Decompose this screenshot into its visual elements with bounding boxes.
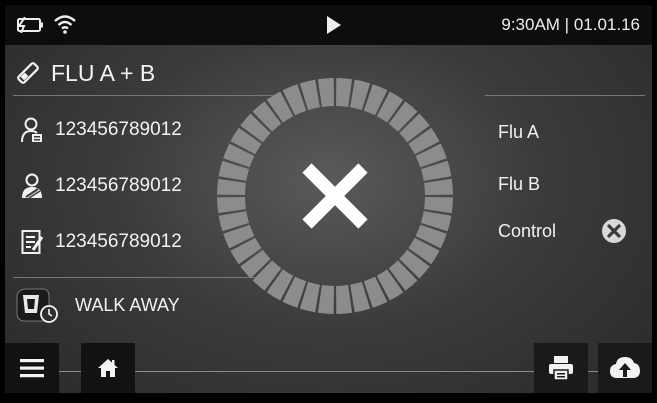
sample-id-value: 123456789012 bbox=[55, 231, 182, 252]
result-screen: 9:30AM | 01.01.16 FLU A + B 123456789012 bbox=[5, 5, 652, 393]
result-dial bbox=[217, 78, 453, 314]
operator-id-row: 123456789012 bbox=[21, 173, 182, 199]
patient-id-value: 123456789012 bbox=[55, 119, 182, 140]
battery-charging-icon bbox=[17, 17, 43, 33]
circle-x-icon bbox=[602, 219, 626, 243]
patient-id-row: 123456789012 bbox=[21, 117, 182, 143]
play-icon[interactable] bbox=[326, 15, 342, 35]
progress-segment bbox=[217, 197, 246, 214]
printer-icon bbox=[549, 356, 573, 381]
time-date: 9:30AM | 01.01.16 bbox=[501, 15, 640, 34]
operator-id-value: 123456789012 bbox=[55, 175, 182, 196]
menu-button[interactable] bbox=[5, 343, 59, 393]
progress-segment bbox=[336, 78, 353, 107]
result-control: Control bbox=[498, 221, 557, 241]
walk-away-label: WALK AWAY bbox=[75, 294, 180, 315]
progress-segment bbox=[317, 78, 334, 107]
patient-id-icon bbox=[21, 117, 42, 143]
walk-away-mode: WALK AWAY bbox=[13, 287, 180, 323]
upload-button[interactable] bbox=[598, 343, 652, 393]
test-name: FLU A + B bbox=[51, 59, 156, 86]
result-flu-a: Flu A bbox=[498, 122, 540, 142]
progress-segment bbox=[217, 178, 246, 195]
print-button[interactable] bbox=[534, 343, 588, 393]
result-flu-b: Flu B bbox=[498, 174, 541, 194]
wifi-icon bbox=[54, 15, 76, 34]
hamburger-menu-icon bbox=[20, 359, 44, 378]
operator-id-icon bbox=[22, 173, 42, 199]
walk-away-timer-icon bbox=[16, 288, 58, 323]
sample-id-row: 123456789012 bbox=[21, 229, 182, 255]
sample-id-icon bbox=[21, 230, 43, 254]
home-button[interactable] bbox=[81, 343, 135, 393]
divider bbox=[485, 95, 645, 96]
progress-segment bbox=[424, 178, 453, 195]
invalid-x-icon bbox=[302, 163, 368, 229]
progress-segment bbox=[424, 197, 453, 214]
test-strip-icon bbox=[17, 62, 39, 84]
home-icon bbox=[98, 359, 118, 377]
test-title: FLU A + B bbox=[15, 55, 155, 91]
status-bar: 9:30AM | 01.01.16 bbox=[5, 5, 652, 45]
progress-segment bbox=[317, 285, 334, 314]
cloud-upload-icon bbox=[610, 357, 640, 378]
progress-segment bbox=[336, 285, 353, 314]
